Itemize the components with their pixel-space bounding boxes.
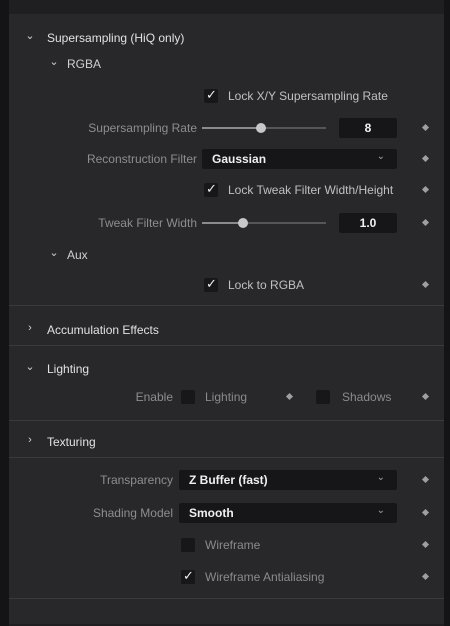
section-divider	[9, 420, 444, 421]
subsection-aux-title: Aux	[67, 248, 88, 262]
lock-xy-checkbox[interactable]: ✓	[204, 88, 218, 103]
lighting-enable-label: Enable	[135, 390, 173, 404]
checkmark-icon: ✓	[206, 88, 217, 103]
wireframe-row: Wireframe	[9, 531, 444, 559]
chevron-down-icon: ⌄	[376, 151, 385, 162]
shading-model-value: Smooth	[189, 506, 234, 520]
tweak-filter-width-slider-knob[interactable]	[238, 218, 248, 228]
supersampling-rate-slider-fill	[202, 127, 258, 129]
subsection-rgba-title: RGBA	[67, 57, 102, 71]
keyframe-diamond-icon[interactable]	[421, 508, 430, 517]
wireframe-antialiasing-row: ✓ Wireframe Antialiasing	[9, 563, 444, 591]
checkmark-icon: ✓	[183, 569, 194, 584]
supersampling-rate-input[interactable]: 8	[339, 118, 397, 138]
shadows-checkbox[interactable]	[316, 390, 330, 404]
section-accumulation-title: Accumulation Effects	[47, 323, 159, 337]
checkmark-icon: ✓	[206, 182, 217, 197]
lock-to-rgba-checkbox[interactable]: ✓	[204, 277, 218, 292]
supersampling-rate-label: Supersampling Rate	[88, 121, 197, 135]
chevron-down-icon[interactable]: ⌄	[49, 248, 59, 259]
chevron-right-icon[interactable]: ›	[25, 323, 35, 334]
wireframe-checkbox[interactable]	[181, 538, 195, 552]
transparency-row: Transparency Z Buffer (fast) ⌄	[9, 466, 444, 494]
chevron-down-icon[interactable]: ⌄	[25, 362, 35, 373]
lighting-enable-row: Enable Lighting Shadows	[9, 383, 444, 411]
left-gutter	[0, 0, 9, 626]
lock-xy-row: ✓ Lock X/Y Supersampling Rate	[9, 82, 444, 110]
wireframe-label: Wireframe	[205, 538, 261, 552]
shading-model-label: Shading Model	[92, 506, 173, 520]
keyframe-diamond-icon[interactable]	[421, 572, 430, 581]
tweak-filter-width-input[interactable]: 1.0	[339, 213, 397, 233]
section-supersampling-title: Supersampling (HiQ only)	[47, 31, 185, 45]
keyframe-diamond-icon[interactable]	[285, 392, 294, 401]
keyframe-diamond-icon[interactable]	[421, 218, 430, 227]
chevron-down-icon: ⌄	[376, 505, 385, 516]
keyframe-diamond-icon[interactable]	[421, 154, 430, 163]
lock-to-rgba-label: Lock to RGBA	[228, 278, 305, 292]
keyframe-diamond-icon[interactable]	[421, 280, 430, 289]
right-gutter	[444, 0, 450, 626]
chevron-right-icon[interactable]: ›	[25, 435, 35, 446]
wireframe-antialiasing-checkbox[interactable]: ✓	[181, 569, 195, 584]
keyframe-diamond-icon[interactable]	[421, 185, 430, 194]
shading-model-dropdown[interactable]: Smooth ⌄	[179, 503, 397, 523]
section-texturing-header[interactable]: › Texturing	[9, 428, 444, 456]
supersampling-rate-row: Supersampling Rate 8	[9, 114, 444, 142]
lock-tweak-checkbox[interactable]: ✓	[204, 182, 218, 197]
section-texturing-title: Texturing	[47, 435, 96, 449]
lighting-checkbox[interactable]	[181, 390, 195, 404]
tweak-filter-width-slider-fill	[202, 222, 240, 224]
wireframe-antialiasing-label: Wireframe Antialiasing	[205, 570, 325, 584]
reconstruction-filter-label: Reconstruction Filter	[86, 152, 197, 166]
subsection-rgba-header[interactable]: ⌄ RGBA	[9, 50, 444, 78]
section-divider	[9, 345, 444, 346]
transparency-value: Z Buffer (fast)	[189, 473, 268, 487]
inspector-panel: ⌄ Supersampling (HiQ only) ⌄ RGBA ✓ Lock…	[9, 14, 444, 624]
tweak-filter-width-label: Tweak Filter Width	[98, 216, 197, 230]
subsection-aux-header[interactable]: ⌄ Aux	[9, 241, 444, 269]
section-lighting-header[interactable]: ⌄ Lighting	[9, 355, 444, 383]
chevron-down-icon[interactable]: ⌄	[25, 31, 35, 42]
lock-to-rgba-row: ✓ Lock to RGBA	[9, 271, 444, 299]
section-lighting-title: Lighting	[47, 362, 90, 376]
supersampling-rate-slider-knob[interactable]	[256, 123, 266, 133]
keyframe-diamond-icon[interactable]	[421, 392, 430, 401]
shading-model-row: Shading Model Smooth ⌄	[9, 499, 444, 527]
lock-tweak-row: ✓ Lock Tweak Filter Width/Height	[9, 176, 444, 204]
keyframe-diamond-icon[interactable]	[421, 475, 430, 484]
lock-xy-label: Lock X/Y Supersampling Rate	[228, 89, 388, 103]
section-divider	[9, 598, 444, 599]
section-supersampling-header[interactable]: ⌄ Supersampling (HiQ only)	[9, 24, 444, 52]
reconstruction-filter-value: Gaussian	[212, 152, 267, 166]
tweak-filter-width-row: Tweak Filter Width 1.0	[9, 209, 444, 237]
reconstruction-filter-dropdown[interactable]: Gaussian ⌄	[202, 149, 397, 169]
keyframe-diamond-icon[interactable]	[421, 540, 430, 549]
section-divider	[9, 305, 444, 306]
keyframe-diamond-icon[interactable]	[421, 123, 430, 132]
lock-tweak-label: Lock Tweak Filter Width/Height	[228, 183, 394, 197]
chevron-down-icon: ⌄	[376, 472, 385, 483]
section-divider	[9, 457, 444, 458]
shadows-checkbox-label: Shadows	[342, 390, 392, 404]
checkmark-icon: ✓	[206, 277, 217, 292]
reconstruction-filter-row: Reconstruction Filter Gaussian ⌄	[9, 145, 444, 173]
section-accumulation-header[interactable]: › Accumulation Effects	[9, 316, 444, 344]
lighting-checkbox-label: Lighting	[205, 390, 248, 404]
transparency-dropdown[interactable]: Z Buffer (fast) ⌄	[179, 470, 397, 490]
transparency-label: Transparency	[100, 473, 173, 487]
chevron-down-icon[interactable]: ⌄	[49, 57, 59, 68]
